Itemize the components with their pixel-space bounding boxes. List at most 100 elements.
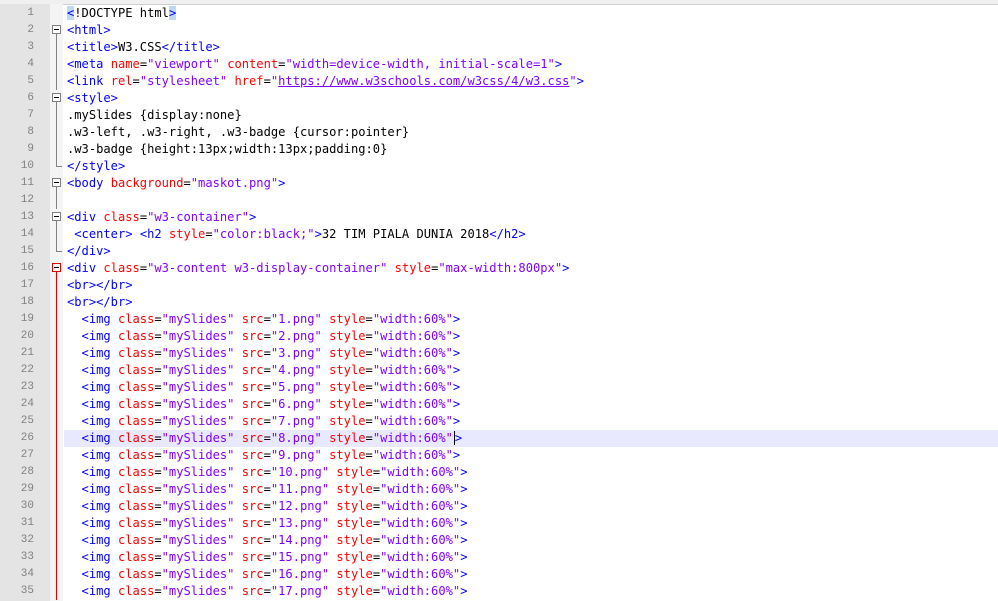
code-line[interactable]: 5 <link rel="stylesheet" href="https://ww… bbox=[0, 73, 998, 90]
code-text[interactable]: <img class="mySlides" src="10.png" style… bbox=[67, 464, 468, 481]
code-text-area[interactable]: <img class="mySlides" src="5.png" style=… bbox=[64, 379, 998, 396]
code-text-area[interactable]: </style> bbox=[64, 158, 998, 175]
minus-box-icon[interactable] bbox=[52, 25, 61, 34]
code-text[interactable]: <!DOCTYPE html> bbox=[67, 5, 177, 22]
code-text[interactable]: <img class="mySlides" src="8.png" style=… bbox=[67, 430, 463, 447]
code-text-area[interactable]: <img class="mySlides" src="17.png" style… bbox=[64, 583, 998, 600]
code-text[interactable]: <img class="mySlides" src="13.png" style… bbox=[67, 515, 468, 532]
code-text-area[interactable]: <meta name="viewport" content="width=dev… bbox=[64, 56, 998, 73]
fold-collapse-icon[interactable] bbox=[50, 22, 63, 39]
code-text[interactable]: </div> bbox=[67, 243, 111, 260]
code-text[interactable]: <img class="mySlides" src="4.png" style=… bbox=[67, 362, 461, 379]
code-text[interactable]: <title>W3.CSS</title> bbox=[67, 39, 220, 56]
code-line[interactable]: 20 <img class="mySlides" src="2.png" sty… bbox=[0, 328, 998, 345]
code-text-area[interactable]: <img class="mySlides" src="9.png" style=… bbox=[64, 447, 998, 464]
code-text-area[interactable]: <img class="mySlides" src="10.png" style… bbox=[64, 464, 998, 481]
fold-collapse-icon[interactable] bbox=[50, 90, 63, 107]
code-line[interactable]: 17 <br></br> bbox=[0, 277, 998, 294]
code-text[interactable]: <img class="mySlides" src="5.png" style=… bbox=[67, 379, 461, 396]
code-text[interactable]: <div class="w3-container"> bbox=[67, 209, 256, 226]
code-line[interactable]: 33 <img class="mySlides" src="15.png" st… bbox=[0, 549, 998, 566]
code-text[interactable]: <img class="mySlides" src="16.png" style… bbox=[67, 566, 468, 583]
code-line[interactable]: 28 <img class="mySlides" src="10.png" st… bbox=[0, 464, 998, 481]
code-text[interactable]: .mySlides {display:none} bbox=[67, 107, 242, 124]
code-text[interactable]: <img class="mySlides" src="9.png" style=… bbox=[67, 447, 461, 464]
minus-box-icon[interactable] bbox=[52, 178, 61, 187]
code-text[interactable]: <img class="mySlides" src="15.png" style… bbox=[67, 549, 468, 566]
code-text[interactable]: <img class="mySlides" src="14.png" style… bbox=[67, 532, 468, 549]
code-line[interactable]: 26 <img class="mySlides" src="8.png" sty… bbox=[0, 430, 998, 447]
code-text[interactable]: <img class="mySlides" src="2.png" style=… bbox=[67, 328, 461, 345]
code-text-area[interactable]: <img class="mySlides" src="14.png" style… bbox=[64, 532, 998, 549]
code-text-area[interactable]: </div> bbox=[64, 243, 998, 260]
code-line[interactable]: 15 </div> bbox=[0, 243, 998, 260]
code-text-area[interactable]: <br></br> bbox=[64, 294, 998, 311]
code-line[interactable]: 29 <img class="mySlides" src="11.png" st… bbox=[0, 481, 998, 498]
code-text[interactable]: <style> bbox=[67, 90, 118, 107]
code-text[interactable]: <html> bbox=[67, 22, 111, 39]
code-text-area[interactable] bbox=[64, 192, 998, 209]
code-line[interactable]: 21 <img class="mySlides" src="3.png" sty… bbox=[0, 345, 998, 362]
code-text-area[interactable]: .w3-badge {height:13px;width:13px;paddin… bbox=[64, 141, 998, 158]
fold-collapse-icon[interactable] bbox=[50, 260, 63, 277]
code-text-area[interactable]: <body background="maskot.png"> bbox=[64, 175, 998, 192]
code-text[interactable]: <img class="mySlides" src="3.png" style=… bbox=[67, 345, 461, 362]
code-text-area[interactable]: <img class="mySlides" src="15.png" style… bbox=[64, 549, 998, 566]
code-text[interactable]: <body background="maskot.png"> bbox=[67, 175, 285, 192]
code-line[interactable]: 10 </style> bbox=[0, 158, 998, 175]
code-text[interactable]: <img class="mySlides" src="17.png" style… bbox=[67, 583, 468, 600]
code-text[interactable]: <center> <h2 style="color:black;">32 TIM… bbox=[67, 226, 525, 243]
code-line[interactable]: 31 <img class="mySlides" src="13.png" st… bbox=[0, 515, 998, 532]
code-line[interactable]: 23 <img class="mySlides" src="5.png" sty… bbox=[0, 379, 998, 396]
code-line[interactable]: 34 <img class="mySlides" src="16.png" st… bbox=[0, 566, 998, 583]
code-text-area[interactable]: <img class="mySlides" src="2.png" style=… bbox=[64, 328, 998, 345]
code-line[interactable]: 14 <center> <h2 style="color:black;">32 … bbox=[0, 226, 998, 243]
code-text[interactable]: <meta name="viewport" content="width=dev… bbox=[67, 56, 562, 73]
code-text[interactable]: <div class="w3-content w3-display-contai… bbox=[67, 260, 569, 277]
code-line[interactable]: 18 <br></br> bbox=[0, 294, 998, 311]
minus-box-icon[interactable] bbox=[52, 212, 61, 221]
code-line[interactable]: 13 <div class="w3-container"> bbox=[0, 209, 998, 226]
code-line[interactable]: 35 <img class="mySlides" src="17.png" st… bbox=[0, 583, 998, 600]
code-text[interactable]: <link rel="stylesheet" href="https://www… bbox=[67, 73, 584, 90]
code-line[interactable]: 30 <img class="mySlides" src="12.png" st… bbox=[0, 498, 998, 515]
code-text[interactable]: <img class="mySlides" src="11.png" style… bbox=[67, 481, 468, 498]
code-line[interactable]: 22 <img class="mySlides" src="4.png" sty… bbox=[0, 362, 998, 379]
code-line[interactable]: 32 <img class="mySlides" src="14.png" st… bbox=[0, 532, 998, 549]
code-line[interactable]: 3 <title>W3.CSS</title> bbox=[0, 39, 998, 56]
code-text-area[interactable]: <img class="mySlides" src="12.png" style… bbox=[64, 498, 998, 515]
code-line[interactable]: 25 <img class="mySlides" src="7.png" sty… bbox=[0, 413, 998, 430]
code-line[interactable]: 2 <html> bbox=[0, 22, 998, 39]
code-line[interactable]: 19 <img class="mySlides" src="1.png" sty… bbox=[0, 311, 998, 328]
code-line[interactable]: 24 <img class="mySlides" src="6.png" sty… bbox=[0, 396, 998, 413]
code-text[interactable]: <br></br> bbox=[67, 277, 133, 294]
code-line[interactable]: 7 .mySlides {display:none} bbox=[0, 107, 998, 124]
code-line[interactable]: 11 <body background="maskot.png"> bbox=[0, 175, 998, 192]
code-text-area[interactable]: <!DOCTYPE html> bbox=[64, 5, 998, 22]
code-text[interactable]: <img class="mySlides" src="12.png" style… bbox=[67, 498, 468, 515]
code-text-area[interactable]: <img class="mySlides" src="7.png" style=… bbox=[64, 413, 998, 430]
url-link[interactable]: https://www.w3schools.com/w3css/4/w3.css bbox=[278, 74, 569, 88]
fold-collapse-icon[interactable] bbox=[50, 209, 63, 226]
code-line[interactable]: 4 <meta name="viewport" content="width=de… bbox=[0, 56, 998, 73]
code-text-area[interactable]: <img class="mySlides" src="3.png" style=… bbox=[64, 345, 998, 362]
code-text-area[interactable]: <link rel="stylesheet" href="https://www… bbox=[64, 73, 998, 90]
code-lines[interactable]: 1 <!DOCTYPE html> 2 <html> 3 <title>W3.CSS</t… bbox=[0, 5, 998, 600]
code-line[interactable]: 9 .w3-badge {height:13px;width:13px;paddi… bbox=[0, 141, 998, 158]
code-line[interactable]: 6 <style> bbox=[0, 90, 998, 107]
code-text-area[interactable]: <img class="mySlides" src="4.png" style=… bbox=[64, 362, 998, 379]
minus-box-icon[interactable] bbox=[52, 93, 61, 102]
code-text-area[interactable]: <html> bbox=[64, 22, 998, 39]
code-text[interactable]: .w3-left, .w3-right, .w3-badge {cursor:p… bbox=[67, 124, 409, 141]
code-line[interactable]: 1 <!DOCTYPE html> bbox=[0, 5, 998, 22]
code-text-area[interactable]: <center> <h2 style="color:black;">32 TIM… bbox=[64, 226, 998, 243]
code-text[interactable]: <img class="mySlides" src="7.png" style=… bbox=[67, 413, 461, 430]
minus-box-icon[interactable] bbox=[52, 263, 61, 272]
code-text-area[interactable]: <img class="mySlides" src="1.png" style=… bbox=[64, 311, 998, 328]
code-text[interactable]: <br></br> bbox=[67, 294, 133, 311]
code-text[interactable]: .w3-badge {height:13px;width:13px;paddin… bbox=[67, 141, 387, 158]
code-text-area[interactable]: <img class="mySlides" src="16.png" style… bbox=[64, 566, 998, 583]
code-text-area[interactable]: <div class="w3-content w3-display-contai… bbox=[64, 260, 998, 277]
code-text-area[interactable]: <img class="mySlides" src="13.png" style… bbox=[64, 515, 998, 532]
code-line[interactable]: 8 .w3-left, .w3-right, .w3-badge {cursor:… bbox=[0, 124, 998, 141]
